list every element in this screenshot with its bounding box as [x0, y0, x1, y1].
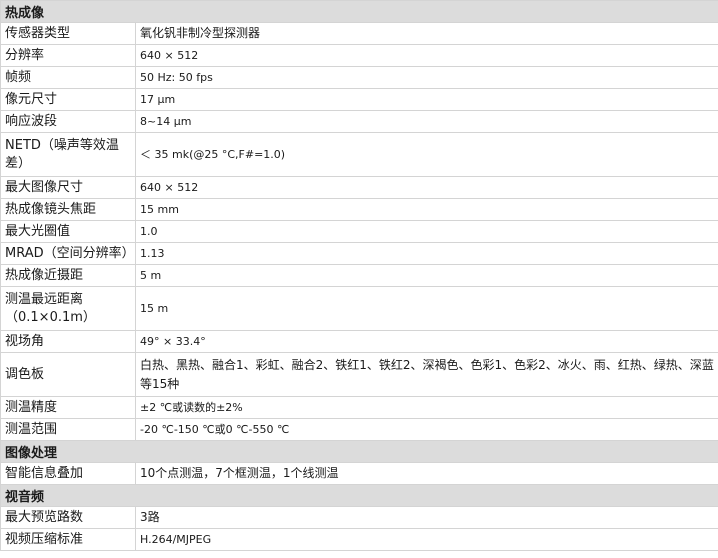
- spec-label: 视频压缩标准: [0, 528, 136, 551]
- spec-label: 热成像镜头焦距: [0, 198, 136, 221]
- spec-value: 白热、黑热、融合1、彩虹、融合2、铁红1、铁红2、深褐色、色彩1、色彩2、冰火、…: [134, 352, 718, 397]
- spec-row-max-image-size: 最大图像尺寸 640 × 512: [0, 176, 718, 199]
- spec-value: 640 × 512: [134, 44, 718, 67]
- section-title: 热成像: [0, 0, 718, 23]
- spec-value: ±2 ℃或读数的±2%: [134, 396, 718, 419]
- spec-value: ＜ 35 mk(@25 °C,F#=1.0): [134, 132, 718, 177]
- spec-value: 640 × 512: [134, 176, 718, 199]
- spec-label: 传感器类型: [0, 22, 136, 45]
- spec-value: 1.13: [134, 242, 718, 265]
- spec-label: 调色板: [0, 352, 136, 397]
- spec-value: 1.0: [134, 220, 718, 243]
- spec-value: 3路: [134, 506, 718, 529]
- section-title: 视音频: [0, 484, 718, 507]
- spec-row-compression: 视频压缩标准 H.264/MJPEG: [0, 528, 718, 551]
- spec-value: 5 m: [134, 264, 718, 287]
- spec-row-frame-rate: 帧频 50 Hz: 50 fps: [0, 66, 718, 89]
- spec-label: 测温最远距离（0.1×0.1m）: [0, 286, 136, 331]
- spec-label: 像元尺寸: [0, 88, 136, 111]
- spec-row-resolution: 分辨率 640 × 512: [0, 44, 718, 67]
- spec-label: 测温范围: [0, 418, 136, 441]
- spec-label: 视场角: [0, 330, 136, 353]
- spec-row-range: 测温范围 -20 ℃-150 ℃或0 ℃-550 ℃: [0, 418, 718, 441]
- spec-row-band: 响应波段 8~14 μm: [0, 110, 718, 133]
- spec-label: 帧频: [0, 66, 136, 89]
- spec-row-max-preview: 最大预览路数 3路: [0, 506, 718, 529]
- section-header-image: 图像处理: [0, 440, 718, 463]
- spec-label: 最大图像尺寸: [0, 176, 136, 199]
- spec-value: 8~14 μm: [134, 110, 718, 133]
- spec-label: 响应波段: [0, 110, 136, 133]
- spec-row-max-aperture: 最大光圈值 1.0: [0, 220, 718, 243]
- spec-table: 热成像 传感器类型 氧化钒非制冷型探测器 分辨率 640 × 512 帧频 50…: [0, 0, 718, 551]
- spec-value: 17 μm: [134, 88, 718, 111]
- spec-row-palette: 调色板 白热、黑热、融合1、彩虹、融合2、铁红1、铁红2、深褐色、色彩1、色彩2…: [0, 352, 718, 397]
- spec-row-sensor-type: 传感器类型 氧化钒非制冷型探测器: [0, 22, 718, 45]
- spec-value: 氧化钒非制冷型探测器: [134, 22, 718, 45]
- spec-row-fov: 视场角 49° × 33.4°: [0, 330, 718, 353]
- spec-row-netd: NETD（噪声等效温差） ＜ 35 mk(@25 °C,F#=1.0): [0, 132, 718, 177]
- spec-label: 最大光圈值: [0, 220, 136, 243]
- spec-label: 分辨率: [0, 44, 136, 67]
- spec-value: -20 ℃-150 ℃或0 ℃-550 ℃: [134, 418, 718, 441]
- spec-row-min-focus: 热成像近摄距 5 m: [0, 264, 718, 287]
- spec-value: 50 Hz: 50 fps: [134, 66, 718, 89]
- spec-row-mrad: MRAD（空间分辨率） 1.13: [0, 242, 718, 265]
- spec-value: 49° × 33.4°: [134, 330, 718, 353]
- spec-value: H.264/MJPEG: [134, 528, 718, 551]
- spec-label: 最大预览路数: [0, 506, 136, 529]
- spec-label: 测温精度: [0, 396, 136, 419]
- spec-row-pixel-size: 像元尺寸 17 μm: [0, 88, 718, 111]
- spec-row-max-measure-distance: 测温最远距离（0.1×0.1m） 15 m: [0, 286, 718, 331]
- spec-label: MRAD（空间分辨率）: [0, 242, 136, 265]
- section-header-thermal: 热成像: [0, 0, 718, 23]
- section-header-video: 视音频: [0, 484, 718, 507]
- spec-row-overlay: 智能信息叠加 10个点测温，7个框测温，1个线测温: [0, 462, 718, 485]
- spec-value: 15 m: [134, 286, 718, 331]
- spec-label: 智能信息叠加: [0, 462, 136, 485]
- spec-value: 15 mm: [134, 198, 718, 221]
- spec-row-accuracy: 测温精度 ±2 ℃或读数的±2%: [0, 396, 718, 419]
- section-title: 图像处理: [0, 440, 718, 463]
- spec-label: 热成像近摄距: [0, 264, 136, 287]
- spec-label: NETD（噪声等效温差）: [0, 132, 136, 177]
- spec-value: 10个点测温，7个框测温，1个线测温: [134, 462, 718, 485]
- spec-row-focal-length: 热成像镜头焦距 15 mm: [0, 198, 718, 221]
